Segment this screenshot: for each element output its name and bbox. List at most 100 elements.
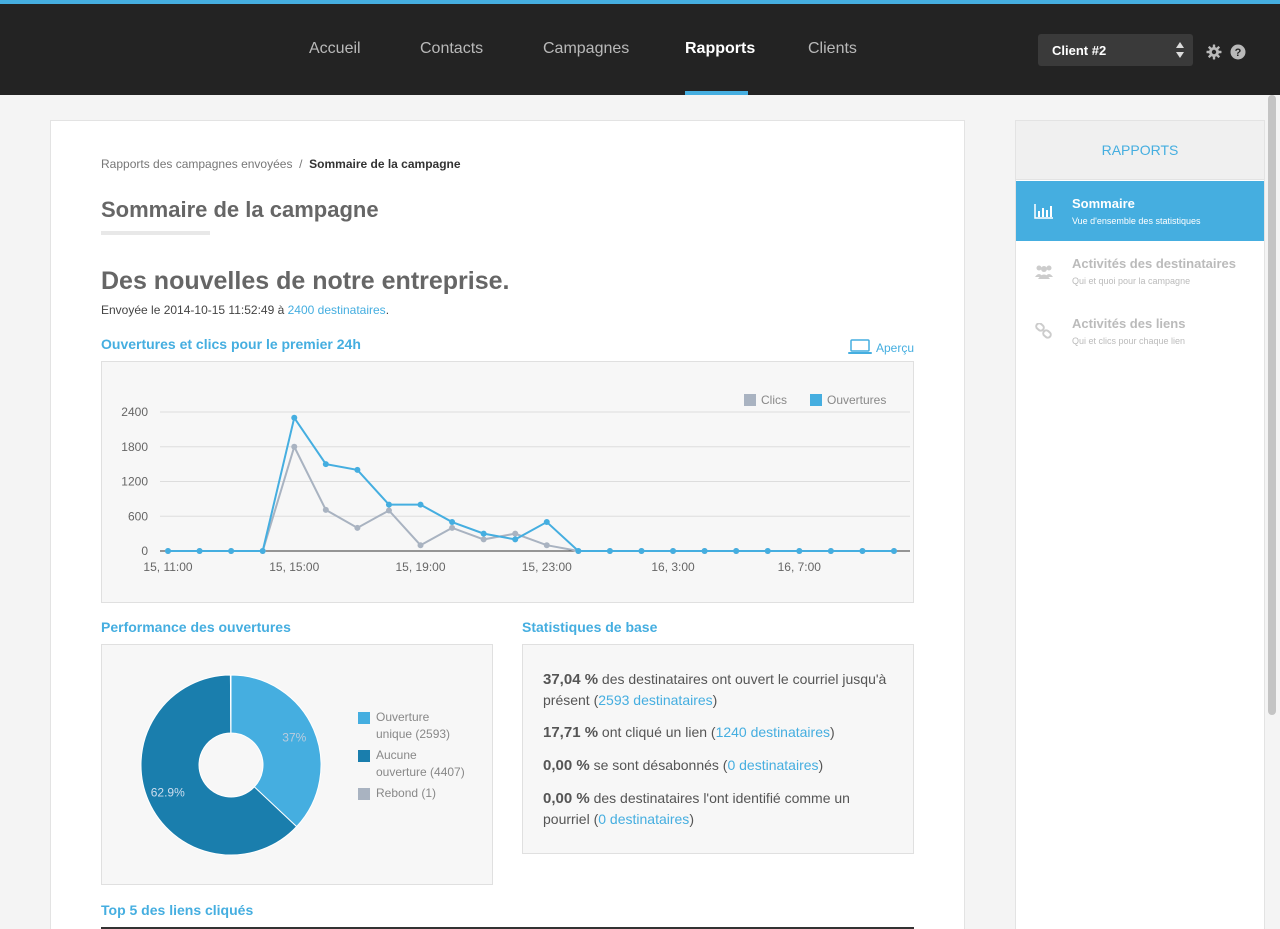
sidebar-item-sommaire[interactable]: Sommaire Vue d'ensemble des statistiques <box>1016 181 1264 241</box>
data-point <box>480 536 487 543</box>
data-point <box>796 548 803 554</box>
pie-data-label: 37% <box>282 731 306 745</box>
legend-label: Ouverture unique (2593) <box>376 710 451 741</box>
x-tick-label: 15, 11:00 <box>143 560 192 574</box>
help-icon[interactable]: ? <box>1230 44 1246 60</box>
y-tick-label: 600 <box>128 509 148 523</box>
data-point <box>543 519 550 526</box>
performance-section-title: Performance des ouvertures <box>101 619 291 635</box>
nav-clients[interactable]: Clients <box>808 40 857 58</box>
pie-legend-item: Rebond (1) <box>358 785 468 802</box>
data-point <box>385 501 392 508</box>
legend-label: Clics <box>761 393 787 407</box>
data-point <box>354 466 361 473</box>
data-point <box>543 542 550 549</box>
top-navbar: Accueil Contacts Campagnes Rapports Clie… <box>0 0 1280 95</box>
stat-end: ) <box>818 757 824 773</box>
nav-rapports[interactable]: Rapports <box>685 40 755 58</box>
data-point <box>259 548 266 554</box>
stat-pct: 0,00 % <box>543 757 590 774</box>
data-point <box>291 443 298 450</box>
sidebar-title: RAPPORTS <box>1016 121 1264 180</box>
data-point <box>891 548 897 554</box>
data-point <box>228 548 235 554</box>
data-point <box>512 530 519 537</box>
pie-legend: Ouverture unique (2593) Aucune ouverture… <box>358 709 468 806</box>
series-line-clics <box>168 444 894 552</box>
stat-link[interactable]: 2593 destinataires <box>598 692 712 708</box>
data-point <box>449 519 456 526</box>
data-point <box>165 548 171 554</box>
data-point <box>480 530 487 537</box>
preview-label: Aperçu <box>876 341 915 355</box>
legend-label: Rebond (1) <box>376 786 437 800</box>
pie-chart-panel: 37% 62.9% Ouverture unique (2593) Aucune … <box>101 644 493 885</box>
pie-chart: 37% 62.9% <box>140 674 322 856</box>
stat-link[interactable]: 0 destinataires <box>727 757 818 773</box>
users-icon <box>1035 265 1053 279</box>
stat-link[interactable]: 0 destinataires <box>598 811 689 827</box>
link-icon <box>1035 323 1052 339</box>
pie-legend-item: Aucune ouverture (4407) <box>358 747 468 781</box>
legend-swatch <box>358 750 370 762</box>
breadcrumb-separator: / <box>299 157 303 171</box>
laptop-icon <box>848 339 872 354</box>
data-point <box>764 548 771 554</box>
stat-link[interactable]: 1240 destinataires <box>716 724 830 740</box>
data-point <box>322 506 329 513</box>
nav-accueil[interactable]: Accueil <box>309 40 361 58</box>
legend-swatch <box>810 394 822 406</box>
reports-sidebar: RAPPORTS Sommaire Vue d'ensemble des sta… <box>1015 120 1265 929</box>
data-point <box>512 536 519 543</box>
sidebar-item-title: Activités des destinataires <box>1072 256 1237 271</box>
title-underline <box>101 231 210 235</box>
sidebar-item-subtitle: Vue d'ensemble des statistiques <box>1072 216 1201 226</box>
stat-text: se sont désabonnés ( <box>589 757 728 773</box>
legend-swatch <box>358 788 370 800</box>
page-scrollbar[interactable] <box>1268 95 1276 715</box>
svg-text:?: ? <box>1235 47 1242 59</box>
y-tick-label: 2400 <box>121 405 148 419</box>
stat-end: ) <box>689 811 694 827</box>
sent-info: Envoyée le 2014-10-15 11:52:49 à 2400 de… <box>101 303 389 317</box>
sidebar-item-liens[interactable]: Activités des liens Qui et clics pour ch… <box>1016 301 1264 361</box>
breadcrumb-parent[interactable]: Rapports des campagnes envoyées <box>101 157 292 171</box>
x-tick-label: 16, 3:00 <box>651 560 695 574</box>
data-point <box>417 501 424 508</box>
data-point <box>385 507 392 514</box>
legend-swatch <box>358 712 370 724</box>
data-point <box>670 548 677 554</box>
main-content: Rapports des campagnes envoyées / Sommai… <box>50 120 965 929</box>
y-tick-label: 1200 <box>121 475 148 489</box>
data-point <box>638 548 645 554</box>
stat-click: 17,71 % ont cliqué un lien (1240 destina… <box>543 722 893 743</box>
data-point <box>859 548 866 554</box>
top5-section-title: Top 5 des liens cliqués <box>101 902 254 918</box>
legend-label: Aucune ouverture (4407) <box>376 748 465 779</box>
stat-spam: 0,00 % des destinataires l'ont identifié… <box>543 788 893 829</box>
y-tick-label: 1800 <box>121 440 148 454</box>
stat-pct: 17,71 % <box>543 724 599 741</box>
stat-unsubscribe: 0,00 % se sont désabonnés (0 destinatair… <box>543 755 893 776</box>
sidebar-item-destinataires[interactable]: Activités des destinataires Qui et quoi … <box>1016 241 1264 301</box>
nav-contacts[interactable]: Contacts <box>420 40 483 58</box>
x-tick-label: 15, 23:00 <box>522 560 572 574</box>
data-point <box>417 542 424 549</box>
series-line-ouvertures <box>168 415 894 552</box>
stat-pct: 0,00 % <box>543 790 590 807</box>
line-chart-panel: 0 600 1200 1800 2400 15, 11:00 15, 15:00 15, 19… <box>101 361 914 603</box>
nav-campagnes[interactable]: Campagnes <box>543 40 629 58</box>
recipients-link[interactable]: 2400 destinataires <box>288 303 386 317</box>
pie-legend-item: Ouverture unique (2593) <box>358 709 468 743</box>
page-title: Sommaire de la campagne <box>101 197 379 222</box>
stats-section-title: Statistiques de base <box>522 619 658 635</box>
sent-suffix: . <box>385 303 390 317</box>
breadcrumb: Rapports des campagnes envoyées / Sommai… <box>101 157 461 171</box>
y-tick-label: 0 <box>141 544 148 558</box>
legend-swatch <box>744 394 756 406</box>
stat-text: ont cliqué un lien ( <box>598 724 716 740</box>
stat-end: ) <box>712 692 718 708</box>
client-select[interactable]: Client #2 <box>1038 34 1193 66</box>
gear-icon[interactable] <box>1206 44 1222 60</box>
stat-pct: 37,04 % <box>543 671 599 688</box>
